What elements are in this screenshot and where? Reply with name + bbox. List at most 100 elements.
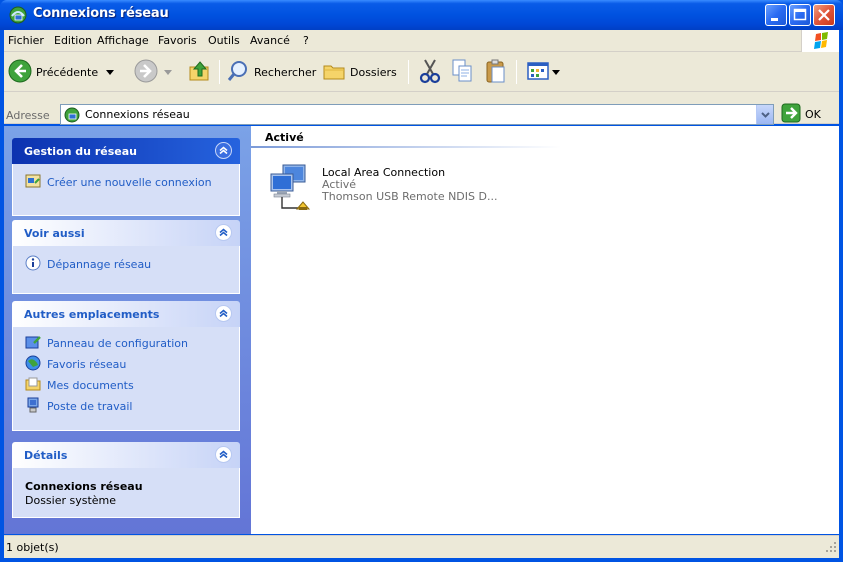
menu-affichage[interactable]: Affichage — [97, 34, 149, 47]
address-dropdown-button[interactable] — [756, 105, 773, 124]
task-create-connection[interactable]: Créer une nouvelle connexion — [25, 172, 227, 193]
paste-button[interactable] — [484, 58, 508, 86]
folders-label: Dossiers — [350, 65, 397, 79]
scissors-icon — [418, 58, 442, 87]
toolbar: Précédente Rechercher Dossiers — [4, 52, 839, 92]
collapse-chevron-icon[interactable] — [215, 446, 232, 463]
up-folder-icon — [187, 58, 213, 87]
toolbar-separator — [516, 60, 517, 84]
other-places-panel: Autres emplacements Panneau de configura… — [12, 301, 240, 431]
task-my-computer[interactable]: Poste de travail — [25, 396, 227, 417]
minimize-button[interactable] — [765, 4, 787, 26]
control-panel-icon — [25, 334, 41, 353]
task-label: Panneau de configuration — [47, 337, 189, 350]
forward-dropdown-icon[interactable] — [164, 66, 172, 79]
task-label: Poste de travail — [47, 400, 133, 413]
panel-title: Détails — [24, 449, 68, 462]
address-label: Adresse — [6, 109, 50, 122]
panel-body: Créer une nouvelle connexion — [12, 164, 240, 216]
task-control-panel[interactable]: Panneau de configuration — [25, 333, 227, 354]
task-pane: Gestion du réseau Créer une nouvelle con… — [4, 126, 251, 534]
copy-button[interactable] — [450, 58, 474, 86]
new-connection-icon — [25, 173, 41, 192]
panel-title: Gestion du réseau — [24, 145, 137, 158]
panel-body: Dépannage réseau — [12, 246, 240, 294]
status-bar: 1 objet(s) — [4, 535, 839, 558]
address-bar: Adresse Connexions réseau OK — [4, 92, 839, 125]
network-tasks-header[interactable]: Gestion du réseau — [12, 138, 240, 164]
cut-button[interactable] — [418, 58, 442, 86]
toolbar-separator — [408, 60, 409, 84]
task-network-places[interactable]: Favoris réseau — [25, 354, 227, 375]
collapse-chevron-icon[interactable] — [215, 224, 232, 241]
details-panel: Détails Connexions réseau Dossier systèm… — [12, 442, 240, 518]
windows-logo-icon — [801, 30, 839, 52]
task-troubleshooting[interactable]: Dépannage réseau — [25, 254, 227, 275]
panel-body: Connexions réseau Dossier système — [12, 468, 240, 518]
network-tasks-panel: Gestion du réseau Créer une nouvelle con… — [12, 138, 240, 216]
task-label: Mes documents — [47, 379, 134, 392]
panel-title: Autres emplacements — [24, 308, 160, 321]
window-title: Connexions réseau — [33, 6, 169, 21]
address-input[interactable]: Connexions réseau — [60, 104, 774, 125]
task-label: Dépannage réseau — [47, 258, 152, 271]
go-arrow-icon — [781, 103, 801, 126]
menu-bar: Fichier Edition Affichage Favoris Outils… — [4, 30, 839, 52]
views-icon — [526, 60, 550, 85]
lan-connection-icon — [269, 162, 317, 217]
search-button[interactable]: Rechercher — [226, 58, 316, 86]
menu-avance[interactable]: Avancé — [250, 34, 290, 47]
close-button[interactable] — [813, 4, 835, 26]
see-also-panel: Voir aussi Dépannage réseau — [12, 220, 240, 294]
details-name: Connexions réseau — [25, 480, 143, 493]
folders-button[interactable]: Dossiers — [322, 58, 397, 86]
info-icon — [25, 255, 41, 274]
menu-edition[interactable]: Edition — [54, 34, 92, 47]
back-label: Précédente — [36, 65, 99, 79]
panel-title: Voir aussi — [24, 227, 85, 240]
other-places-header[interactable]: Autres emplacements — [12, 301, 240, 327]
details-header[interactable]: Détails — [12, 442, 240, 468]
views-dropdown-icon[interactable] — [552, 66, 560, 79]
address-value: Connexions réseau — [85, 108, 190, 121]
up-folder-button[interactable] — [187, 58, 213, 86]
paste-icon — [484, 58, 508, 87]
views-button[interactable] — [526, 58, 560, 86]
menu-favoris[interactable]: Favoris — [158, 34, 197, 47]
resize-grip-icon[interactable] — [825, 541, 837, 556]
connection-device: Thomson USB Remote NDIS D... — [322, 190, 498, 203]
my-computer-icon — [25, 397, 41, 416]
back-button[interactable]: Précédente — [8, 58, 115, 86]
collapse-chevron-icon[interactable] — [215, 305, 232, 322]
back-dropdown-icon[interactable] — [106, 66, 115, 79]
search-icon — [226, 59, 250, 86]
my-documents-icon — [25, 376, 41, 395]
task-label: Créer une nouvelle connexion — [47, 176, 212, 189]
details-type: Dossier système — [25, 494, 117, 507]
connection-item[interactable]: Local Area Connection Activé Thomson USB… — [269, 162, 549, 218]
panel-body: Panneau de configuration Favoris réseau … — [12, 327, 240, 431]
network-connections-icon — [64, 107, 80, 126]
forward-button[interactable] — [134, 58, 172, 86]
content-pane[interactable]: Activé Local Area Connection Activé Thom… — [251, 126, 839, 534]
menu-fichier[interactable]: Fichier — [8, 34, 44, 47]
folders-icon — [322, 59, 346, 86]
menu-help[interactable]: ? — [303, 34, 309, 47]
menu-outils[interactable]: Outils — [208, 34, 240, 47]
status-text: 1 objet(s) — [6, 541, 59, 554]
group-divider — [251, 146, 561, 148]
explorer-window: Connexions réseau Fichier Edition Affich… — [0, 0, 843, 562]
group-header: Activé — [265, 131, 304, 144]
toolbar-separator — [219, 60, 220, 84]
see-also-header[interactable]: Voir aussi — [12, 220, 240, 246]
search-label: Rechercher — [254, 65, 317, 79]
task-label: Favoris réseau — [47, 358, 127, 371]
maximize-button[interactable] — [789, 4, 811, 26]
task-my-documents[interactable]: Mes documents — [25, 375, 227, 396]
go-label: OK — [805, 107, 821, 121]
go-button[interactable]: OK — [781, 103, 821, 125]
back-arrow-icon — [8, 59, 32, 86]
title-bar[interactable]: Connexions réseau — [0, 0, 843, 30]
collapse-chevron-icon[interactable] — [215, 142, 232, 159]
copy-icon — [450, 58, 474, 87]
